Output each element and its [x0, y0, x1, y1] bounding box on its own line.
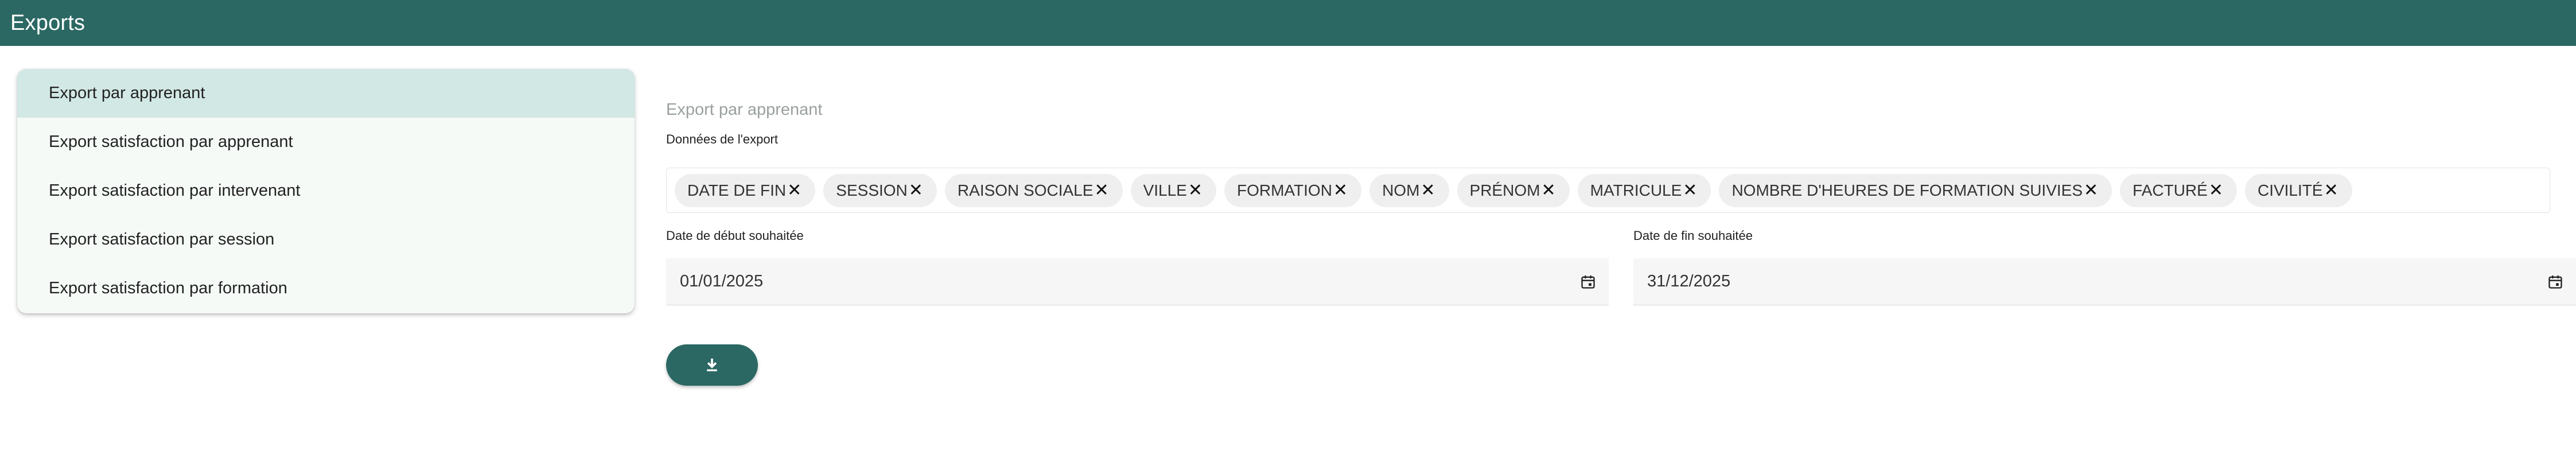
menu-item-satisfaction-session[interactable]: Export satisfaction par session — [17, 215, 635, 264]
chip-label: SESSION — [836, 181, 908, 199]
start-date-value: 01/01/2025 — [680, 272, 764, 290]
chip-raison-sociale: RAISON SOCIALE ✕ — [944, 173, 1123, 207]
chip-nombre-heures: NOMBRE D'HEURES DE FORMATION SUIVIES ✕ — [1719, 173, 2112, 207]
start-date-label: Date de début souhaitée — [666, 228, 804, 243]
chip-prenom: PRÉNOM ✕ — [1457, 173, 1570, 207]
end-date-label: Date de fin souhaitée — [1633, 228, 1753, 243]
chip-remove-icon[interactable]: ✕ — [2084, 181, 2098, 199]
chip-matricule: MATRICULE ✕ — [1577, 173, 1711, 207]
chip-civilite: CIVILITÉ ✕ — [2244, 173, 2352, 207]
export-type-menu: Export par apprenant Export satisfaction… — [17, 69, 635, 313]
chip-remove-icon[interactable]: ✕ — [909, 181, 923, 199]
menu-item-satisfaction-apprenant[interactable]: Export satisfaction par apprenant — [17, 118, 635, 166]
download-icon — [707, 358, 717, 371]
menu-item-satisfaction-intervenant[interactable]: Export satisfaction par intervenant — [17, 166, 635, 215]
menu-item-label: Export satisfaction par formation — [49, 279, 287, 297]
chip-remove-icon[interactable]: ✕ — [2209, 181, 2223, 199]
menu-item-label: Export satisfaction par session — [49, 230, 275, 249]
chip-remove-icon[interactable]: ✕ — [1333, 181, 1348, 199]
chip-label: PRÉNOM — [1469, 181, 1540, 199]
chip-date-de-fin: DATE DE FIN ✕ — [675, 173, 816, 207]
chip-remove-icon[interactable]: ✕ — [1094, 181, 1108, 199]
chip-formation: FORMATION ✕ — [1224, 173, 1362, 207]
page-title: Exports — [10, 10, 85, 35]
chip-label: VILLE — [1143, 181, 1187, 199]
menu-item-label: Export satisfaction par intervenant — [49, 181, 301, 200]
calendar-icon[interactable] — [1580, 274, 1596, 290]
chip-label: MATRICULE — [1590, 181, 1682, 199]
chip-remove-icon[interactable]: ✕ — [1188, 181, 1203, 199]
end-date-value: 31/12/2025 — [1647, 272, 1731, 290]
end-date-field[interactable]: 31/12/2025 — [1633, 258, 2576, 305]
export-fields-label: Données de l'export — [666, 132, 778, 146]
chip-label: RAISON SOCIALE — [957, 181, 1094, 199]
chip-label: FACTURÉ — [2133, 181, 2208, 199]
menu-item-label: Export satisfaction par apprenant — [49, 133, 293, 151]
chip-ville: VILLE ✕ — [1130, 173, 1216, 207]
chip-remove-icon[interactable]: ✕ — [1683, 181, 1697, 199]
chip-session: SESSION ✕ — [823, 173, 937, 207]
menu-item-export-par-apprenant[interactable]: Export par apprenant — [17, 69, 635, 118]
chip-label: CIVILITÉ — [2257, 181, 2323, 199]
export-fields-chip-input[interactable]: DATE DE FIN ✕ SESSION ✕ RAISON SOCIALE ✕… — [666, 168, 2550, 213]
calendar-icon[interactable] — [2547, 274, 2563, 290]
start-date-field[interactable]: 01/01/2025 — [666, 258, 1609, 305]
chip-facture: FACTURÉ ✕ — [2120, 173, 2237, 207]
chip-remove-icon[interactable]: ✕ — [787, 181, 801, 199]
chip-label: NOM — [1382, 181, 1420, 199]
form-title: Export par apprenant — [666, 100, 823, 119]
chip-label: FORMATION — [1237, 181, 1332, 199]
chip-nom: NOM ✕ — [1369, 173, 1449, 207]
chip-remove-icon[interactable]: ✕ — [1421, 181, 1435, 199]
menu-item-satisfaction-formation[interactable]: Export satisfaction par formation — [17, 264, 635, 313]
chip-remove-icon[interactable]: ✕ — [1541, 181, 1555, 199]
chip-label: DATE DE FIN — [687, 181, 787, 199]
menu-item-label: Export par apprenant — [49, 84, 205, 102]
chip-label: NOMBRE D'HEURES DE FORMATION SUIVIES — [1731, 181, 2083, 199]
chip-remove-icon[interactable]: ✕ — [2324, 181, 2338, 199]
app-header: Exports — [0, 0, 2576, 46]
download-button[interactable] — [666, 344, 758, 386]
